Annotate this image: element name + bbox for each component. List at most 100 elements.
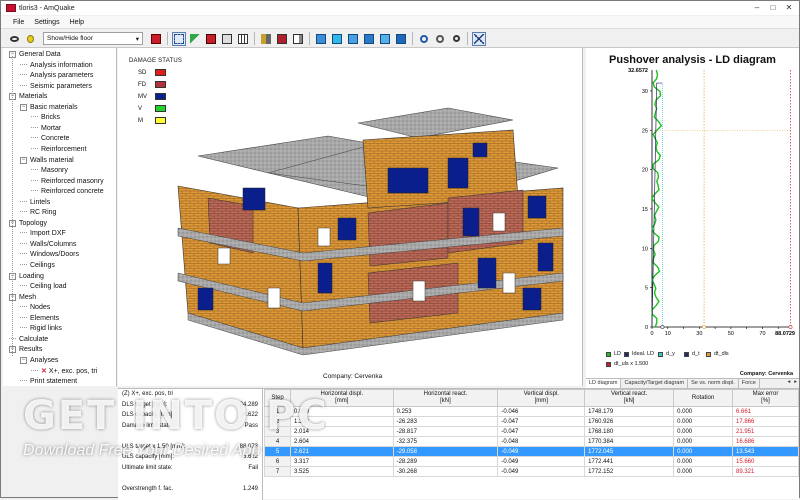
eye-icon[interactable]	[7, 32, 21, 46]
tree-item[interactable]: Print statement	[20, 377, 77, 386]
chart-plot: 30252015105032.65720 10 30 50 70 88.0729	[628, 68, 795, 337]
tree-item[interactable]: − Mesh	[9, 293, 36, 303]
tree-item-label: Ceiling load	[30, 283, 67, 291]
collapse-toggle-icon[interactable]: −	[20, 356, 27, 364]
x-max-label: 88.0729	[775, 331, 795, 337]
tree-item[interactable]: Bricks	[31, 113, 60, 123]
menu-help[interactable]: Help	[70, 19, 84, 26]
tree-item[interactable]: − Analyses	[20, 356, 58, 366]
y-tick-label: 0	[645, 325, 648, 331]
tree-item[interactable]: RC Ring	[20, 208, 56, 218]
tree-item[interactable]: − General Data	[9, 50, 61, 60]
tree-item[interactable]: Windows/Doors	[20, 250, 79, 260]
tree-item[interactable]: Concrete	[31, 134, 69, 144]
column-header[interactable]: Vertical react. [kN]	[584, 389, 675, 407]
column-header[interactable]: Horizontal react. [kN]	[392, 389, 499, 407]
fit-icon[interactable]	[472, 31, 486, 46]
tab-ld-diagram[interactable]: LD diagram	[586, 379, 622, 388]
side-view-icon[interactable]	[330, 32, 344, 46]
column-header[interactable]: Vertical displ. [mm]	[497, 389, 586, 407]
table-row[interactable]: 6 3.317 -28.289 -0.049 1772.441 0.000 15.660	[264, 456, 799, 467]
tree-item[interactable]: Elements	[20, 314, 59, 324]
tree-item[interactable]: Reinforced masonry	[31, 177, 104, 187]
iso-view-icon[interactable]	[394, 32, 408, 46]
right-view-icon[interactable]	[378, 32, 392, 46]
tree-item[interactable]: Nodes	[20, 303, 50, 313]
wall-icon[interactable]	[149, 32, 163, 46]
close-button[interactable]: ✕	[783, 2, 795, 12]
tab-capacity-target[interactable]: Capacity/Target diagram	[621, 379, 689, 388]
minimize-button[interactable]: –	[751, 2, 763, 12]
grid-icon[interactable]	[236, 32, 250, 46]
select-icon[interactable]	[172, 31, 186, 46]
tree-item[interactable]: ✕ X+, exc. pos, tri	[31, 367, 97, 377]
window-title: tloris3 - AmQuake	[19, 4, 75, 12]
table-cell: 1748.179	[584, 406, 675, 417]
table-row[interactable]: 5 2.621 -29.058 -0.049 1772.045 0.000 13.543	[264, 446, 799, 457]
results-grid[interactable]: Step Horizontal displ. [mm] Horizontal rea…	[264, 389, 799, 500]
floor-select[interactable]: Show/Hide floor ▾	[43, 32, 143, 45]
collapse-toggle-icon[interactable]: −	[20, 103, 27, 111]
tree-item-label: Results	[19, 346, 43, 354]
tab-se-vs-norm[interactable]: Se vs. norm displ.	[688, 379, 739, 388]
tree-item[interactable]: Seismic parameters	[20, 82, 92, 92]
tree-item[interactable]: − Walls material	[20, 156, 74, 166]
tree-item[interactable]: Ceilings	[20, 261, 55, 271]
front-view-icon[interactable]	[314, 32, 328, 46]
tree-item-label: Lintels	[30, 198, 51, 206]
tree-item[interactable]: − Topology	[9, 219, 47, 229]
table-row[interactable]: 3 2.014 -28.817 -0.047 1768.180 0.000 21.951	[264, 426, 799, 437]
table-row[interactable]: 7 3.525 -30.268 -0.049 1772.152 0.000 89.321	[264, 466, 799, 477]
top-view-icon[interactable]	[346, 32, 360, 46]
tree-item[interactable]: − Materials	[9, 92, 47, 102]
tree-item[interactable]: Reinforcement	[31, 145, 87, 155]
tree-item[interactable]: − Basic materials	[20, 103, 77, 113]
tree-item[interactable]: Rigid links	[20, 324, 62, 334]
pushover-chart[interactable]: Pushover analysis - LD diagram 30 25 20 15 1…	[586, 48, 799, 378]
zoom-in-icon[interactable]	[417, 32, 431, 46]
face-icon[interactable]	[259, 32, 273, 46]
pointer-icon[interactable]	[188, 32, 202, 46]
chart-legend-label: LD	[614, 351, 622, 357]
tree-item[interactable]: − Loading	[9, 272, 44, 282]
tree-item[interactable]: Masonry	[31, 166, 68, 176]
tree-item[interactable]: Mortar	[31, 124, 61, 134]
table-row[interactable]: 1 0.000 0.253 -0.046 1748.179 0.000 6.661	[264, 406, 799, 417]
menu-file[interactable]: File	[13, 19, 24, 26]
tree-item[interactable]: Analysis parameters	[20, 71, 93, 81]
table-row[interactable]: 4 2.604 -32.375 -0.048 1770.384 0.000 16.686	[264, 436, 799, 447]
tree-item-label: Rigid links	[30, 325, 62, 333]
column-header[interactable]: Rotation	[673, 389, 733, 407]
tree-item[interactable]: Ceiling load	[20, 282, 67, 292]
building-model[interactable]	[118, 48, 583, 386]
tree-item-label: General Data	[19, 51, 61, 58]
wall-red-icon[interactable]	[275, 32, 289, 46]
tab-prev-icon[interactable]: ◂	[785, 379, 792, 385]
box-red-icon[interactable]	[204, 32, 218, 46]
wall-side-icon[interactable]	[291, 32, 305, 46]
tab-next-icon[interactable]: ▸	[792, 379, 799, 385]
tab-force[interactable]: Force	[739, 379, 760, 388]
y-tick-label: 10	[642, 246, 648, 252]
column-header[interactable]: Max error [%]	[731, 389, 799, 407]
table-row[interactable]: 2 1.330 -26.283 -0.047 1760.926 0.000 17.866	[264, 416, 799, 427]
model-3d-view[interactable]: DAMAGE STATUS SD FD MV V M Company: Cerv…	[118, 48, 583, 386]
tree-item-label: Analysis information	[30, 61, 93, 69]
summary-value: Fail	[248, 464, 258, 471]
table-cell: 15.660	[731, 456, 799, 467]
pan-icon[interactable]	[449, 32, 463, 46]
bulb-icon[interactable]	[23, 32, 37, 46]
tree-item[interactable]: Calculate	[9, 335, 48, 345]
tree-item[interactable]: Import DXF	[20, 229, 66, 239]
tree-item[interactable]: Lintels	[20, 198, 50, 208]
box-view-icon[interactable]	[220, 32, 234, 46]
collapse-toggle-icon[interactable]: −	[20, 156, 27, 164]
tree-item[interactable]: − Results	[9, 345, 42, 355]
zoom-out-icon[interactable]	[433, 32, 447, 46]
menu-settings[interactable]: Settings	[34, 19, 59, 26]
tree-item[interactable]: Analysis information	[20, 61, 93, 71]
tree-item[interactable]: Reinforced concrete	[31, 187, 104, 197]
maximize-button[interactable]: □	[767, 2, 779, 12]
left-view-icon[interactable]	[362, 32, 376, 46]
tree-item[interactable]: Walls/Columns	[20, 240, 76, 250]
